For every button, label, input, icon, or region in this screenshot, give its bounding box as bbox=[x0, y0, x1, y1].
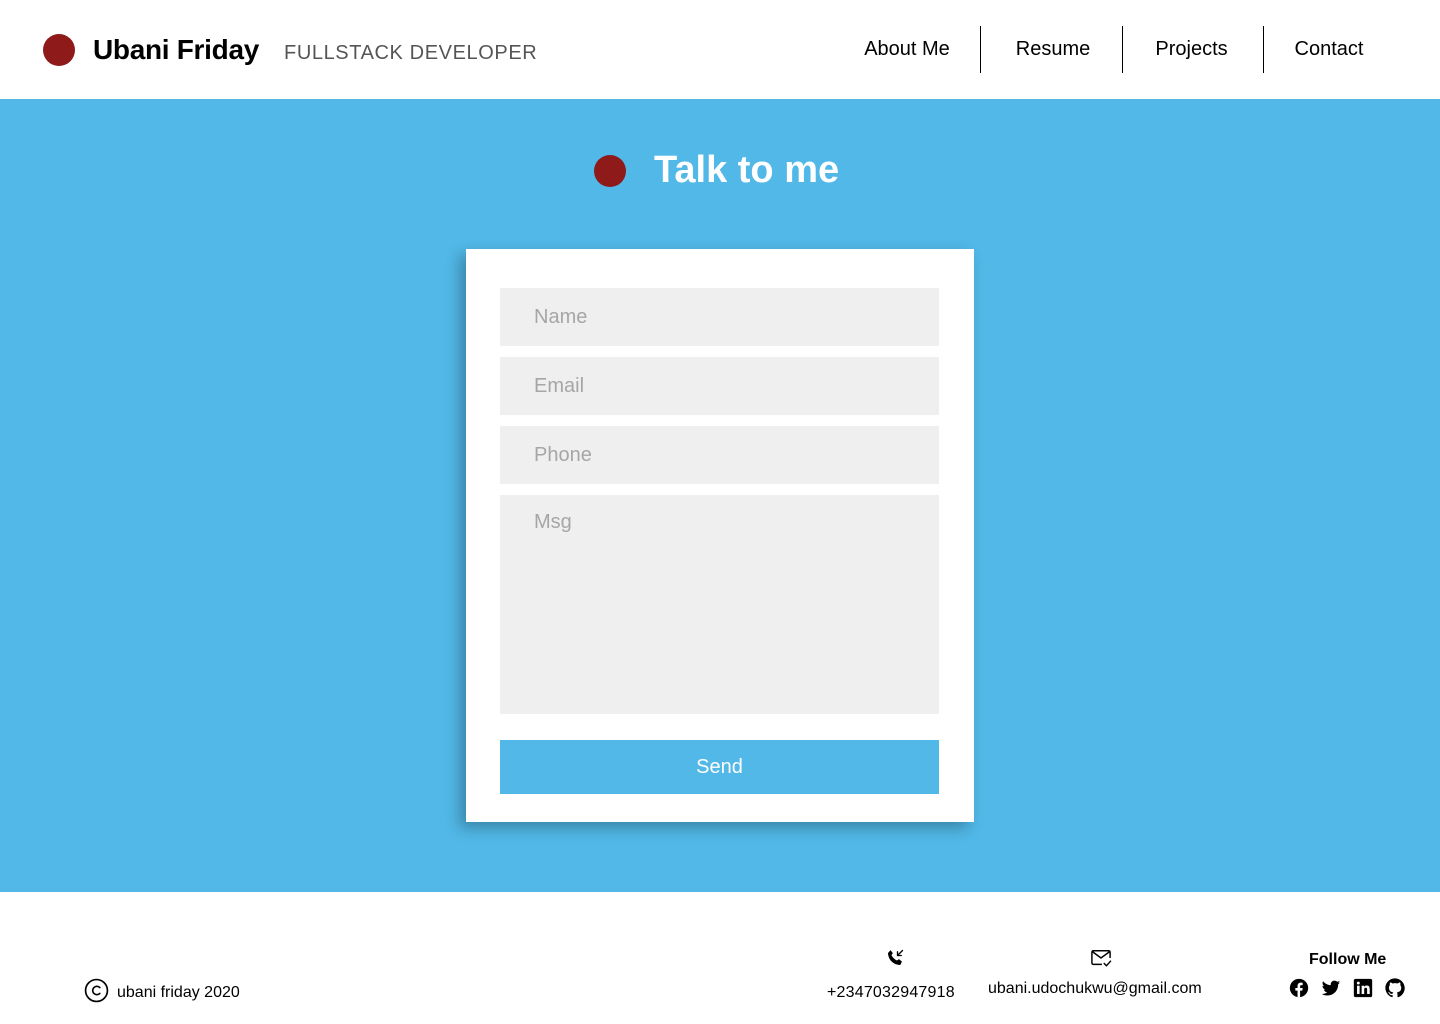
github-icon[interactable] bbox=[1384, 977, 1406, 999]
phone-icon bbox=[887, 949, 904, 966]
twitter-icon[interactable] bbox=[1320, 977, 1342, 999]
facebook-icon[interactable] bbox=[1288, 977, 1310, 999]
nav-divider bbox=[1263, 26, 1264, 73]
contact-form: Send bbox=[466, 249, 974, 822]
contact-section: Talk to me Send bbox=[0, 99, 1440, 892]
section-title: Talk to me bbox=[654, 149, 840, 191]
phone-number[interactable]: +2347032947918 bbox=[827, 983, 955, 1003]
copyright-text: ubani friday 2020 bbox=[117, 984, 240, 1001]
name-input[interactable] bbox=[500, 288, 939, 346]
nav-contact[interactable]: Contact bbox=[1280, 26, 1378, 73]
nav-about-me[interactable]: About Me bbox=[849, 26, 965, 73]
nav-divider bbox=[1122, 26, 1123, 73]
nav-resume[interactable]: Resume bbox=[1000, 26, 1106, 73]
logo-dot bbox=[43, 34, 75, 66]
email-input[interactable] bbox=[500, 357, 939, 415]
copyright-icon bbox=[84, 978, 109, 1003]
follow-me-label: Follow Me bbox=[1309, 951, 1387, 968]
email-address[interactable]: ubani.udochukwu@gmail.com bbox=[988, 979, 1202, 999]
nav-divider bbox=[980, 26, 981, 73]
section-dot bbox=[594, 155, 626, 187]
send-button[interactable]: Send bbox=[500, 740, 939, 794]
message-textarea[interactable] bbox=[500, 495, 939, 714]
brand-name[interactable]: Ubani Friday bbox=[93, 33, 259, 67]
site-footer: ubani friday 2020 +2347032947918 ubani.u… bbox=[0, 892, 1440, 1024]
linkedin-icon[interactable] bbox=[1352, 977, 1374, 999]
mail-check-icon bbox=[1091, 950, 1112, 967]
site-header: Ubani Friday FULLSTACK DEVELOPER About M… bbox=[0, 0, 1440, 99]
phone-input[interactable] bbox=[500, 426, 939, 484]
nav-projects[interactable]: Projects bbox=[1140, 26, 1243, 73]
brand-role: FULLSTACK DEVELOPER bbox=[284, 42, 538, 64]
